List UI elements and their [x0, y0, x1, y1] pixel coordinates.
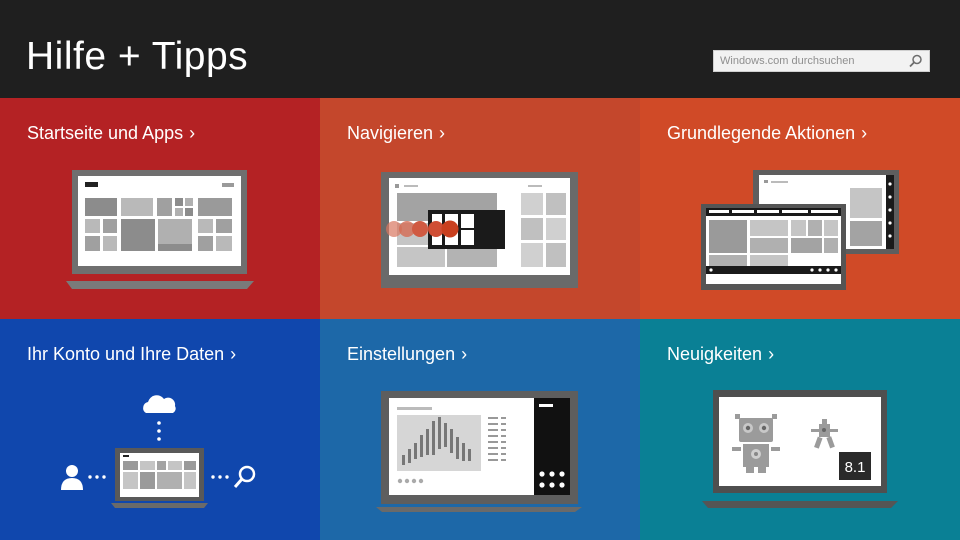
tablets-basic-actions-illustration	[701, 170, 899, 290]
search-icon	[233, 465, 256, 488]
laptop-navigation-illustration	[381, 172, 578, 288]
account-cloud-sync-illustration	[61, 395, 256, 508]
tile-startseite-und-apps[interactable]: Startseite und Apps ›	[0, 98, 320, 319]
laptop-start-screen-illustration	[66, 170, 254, 289]
laptop-robots-news-illustration: 8.1	[702, 390, 898, 508]
tile-einstellungen[interactable]: Einstellungen ›	[320, 319, 640, 540]
laptop-settings-illustration	[376, 391, 582, 512]
search-input[interactable]	[714, 51, 904, 71]
tile-grundlegende-aktionen[interactable]: Grundlegende Aktionen ›	[640, 98, 960, 319]
app-header: Hilfe + Tipps	[0, 0, 960, 98]
search-icon[interactable]	[907, 53, 925, 69]
user-icon	[61, 465, 83, 490]
tile-navigieren[interactable]: Navigieren ›	[320, 98, 640, 319]
page-title: Hilfe + Tipps	[26, 35, 249, 78]
cloud-icon	[143, 395, 176, 413]
version-badge: 8.1	[845, 459, 866, 476]
tile-ihr-konto-und-ihre-daten[interactable]: Ihr Konto und Ihre Daten ›	[0, 319, 320, 540]
tile-neuigkeiten[interactable]: Neuigkeiten › 8.1	[640, 319, 960, 540]
search-box[interactable]	[713, 50, 930, 72]
